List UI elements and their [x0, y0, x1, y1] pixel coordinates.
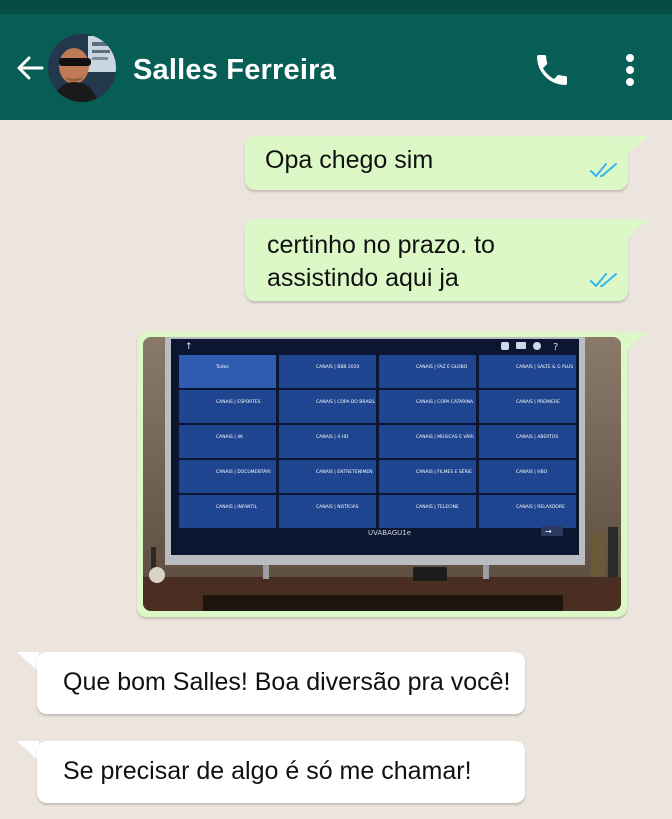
svg-text:↑: ↑	[185, 342, 193, 352]
bubble-tail	[626, 219, 648, 239]
message-bubble-incoming[interactable]: Que bom Salles! Boa diversão pra você!	[37, 652, 525, 714]
double-check-icon	[589, 161, 619, 179]
channel-tile-label: CANAIS | 4 HD	[316, 434, 349, 440]
message-text: Se precisar de algo é só me chamar!	[63, 757, 472, 785]
channel-tile-label: CANAIS | COPA CATARINA	[416, 399, 474, 405]
double-check-icon	[589, 271, 619, 289]
message-bubble-outgoing[interactable]: Opa chego sim	[245, 136, 628, 190]
channel-tile-label: CANAIS | NOTÍCIAS	[316, 503, 359, 510]
channel-tile	[179, 460, 276, 493]
channel-tile	[279, 495, 376, 528]
channel-tile	[179, 495, 276, 528]
channel-tile-label: CANAIS | ESPORTES	[216, 399, 261, 405]
bubble-tail	[17, 652, 39, 672]
tv-photo[interactable]: Todos CANAIS | BBB 2020 CANAIS | FAZ É GLO…	[143, 337, 621, 611]
message-text: certinho no prazo. to assistindo aqui ja	[267, 229, 495, 295]
channel-tile	[179, 355, 276, 388]
channel-tile	[379, 355, 476, 388]
arrow-left-icon[interactable]	[14, 52, 46, 84]
channel-tile-label: CANAIS | DOCUMENTÁRI	[216, 468, 271, 475]
channel-tile-label: CANAIS | ABERTOS	[516, 434, 558, 440]
channel-tile	[279, 390, 376, 423]
channel-tile	[379, 425, 476, 458]
channel-tile	[279, 460, 376, 493]
channel-tile	[179, 425, 276, 458]
bubble-tail	[17, 741, 39, 761]
channel-tile	[479, 495, 576, 528]
svg-text:?: ?	[553, 342, 558, 353]
channel-tile	[479, 355, 576, 388]
message-text: Que bom Salles! Boa diversão pra você!	[63, 668, 511, 696]
channel-tile-label: Todos	[215, 364, 229, 370]
message-bubble-outgoing[interactable]: certinho no prazo. to assistindo aqui ja	[245, 219, 628, 301]
channel-tile-label: CANAIS | TELECINE	[416, 504, 459, 510]
image-message[interactable]: Todos CANAIS | BBB 2020 CANAIS | FAZ É GLO…	[137, 332, 627, 617]
channel-tile	[379, 460, 476, 493]
channel-tile	[479, 390, 576, 423]
phone-icon[interactable]	[532, 50, 572, 90]
more-vertical-icon[interactable]	[618, 50, 642, 90]
chat-header: Salles Ferreira	[0, 14, 672, 120]
channel-tile-label: CANAIS | INFANTIL	[216, 504, 258, 510]
channel-tile-label: CANAIS | HBO	[516, 469, 548, 475]
channel-tile-label: CANAIS | PREMIERE	[516, 399, 560, 405]
status-bar	[0, 0, 672, 14]
channel-tile	[379, 495, 476, 528]
channel-tile	[179, 390, 276, 423]
channel-tile	[279, 425, 376, 458]
channel-tile-label: CANAIS | COPA DO BRASIL	[316, 399, 376, 405]
channel-tile	[479, 460, 576, 493]
channel-tile-label: CANAIS | 4K	[216, 434, 244, 440]
channel-tile-label: CANAIS | SALTE & G PLUS	[516, 364, 573, 370]
bubble-tail	[625, 332, 647, 352]
channel-tile-label: CANAIS | BBB 2020	[316, 364, 360, 370]
channel-tile-label: CANAIS | ENTRETENIMEN	[316, 469, 373, 475]
message-bubble-incoming[interactable]: Se precisar de algo é só me chamar!	[37, 741, 525, 803]
channel-tile-label: CANAIS | MÚSICAS E VÁRI	[416, 433, 474, 440]
message-text: Opa chego sim	[265, 146, 434, 174]
channel-tile	[379, 390, 476, 423]
message-line: certinho no prazo. to	[267, 231, 495, 259]
channel-tile	[479, 425, 576, 458]
bubble-tail	[626, 136, 648, 156]
channel-tile	[279, 355, 376, 388]
svg-text:→: →	[545, 527, 552, 536]
avatar[interactable]	[48, 34, 116, 102]
tv-bottom-label: UVABAGU1e	[368, 529, 411, 537]
channel-tile-label: CANAIS | RELAXDORE	[516, 504, 565, 510]
contact-name[interactable]: Salles Ferreira	[133, 54, 336, 87]
message-line: assistindo aqui ja	[267, 264, 459, 292]
